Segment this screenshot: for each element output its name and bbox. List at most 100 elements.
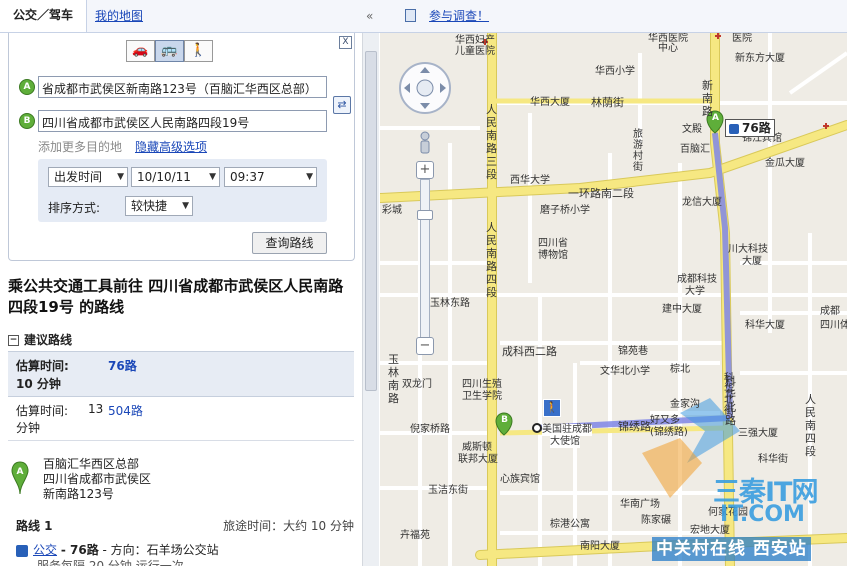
- map-label: 磨子桥小学: [540, 205, 590, 216]
- collapse-panel-button[interactable]: «: [366, 9, 373, 23]
- map-label: 卉福苑: [400, 530, 430, 541]
- road-label: 玉林南路: [388, 353, 399, 405]
- close-icon[interactable]: X: [339, 36, 352, 49]
- route-option-2[interactable]: 估算时间: 13 504路 分钟: [8, 397, 354, 439]
- map-label: 玉洁东街: [428, 485, 468, 496]
- directions-form: X 🚗 🚌 🚶 A 省成都市武侯区新南路123号（百脑汇华西区总部） ⇄ B 四…: [8, 33, 355, 261]
- map-label: 川大科技: [728, 244, 768, 255]
- advanced-options-panel: 出发时间 ▼ 10/10/11 ▼ 09:37 ▼ 排序方式: 较快捷 ▼: [38, 159, 327, 222]
- sort-label: 排序方式:: [48, 201, 101, 215]
- route-option-1[interactable]: 估算时间: 76路 10 分钟: [8, 351, 354, 397]
- walk-icon[interactable]: 🚶: [543, 399, 561, 417]
- tab-my-maps[interactable]: 我的地图: [95, 0, 143, 32]
- map-label: 大厦: [742, 256, 762, 267]
- zoom-slider-thumb[interactable]: [417, 210, 433, 220]
- map-label: 医院: [732, 33, 752, 44]
- dropdown-arrow-icon: ▼: [117, 172, 124, 182]
- zoom-slider-track[interactable]: [420, 179, 430, 339]
- add-destination-link[interactable]: 添加更多目的地: [38, 138, 122, 155]
- bus-step: 公交 - 76路 - 方向：石羊场公交站: [16, 541, 219, 558]
- map-label: 联邦大厦: [458, 454, 498, 465]
- watermark-banner: 中关村在线 西安站: [652, 537, 811, 561]
- map-label: 华西大厦: [530, 97, 570, 108]
- map-label: 百脑汇: [680, 144, 710, 155]
- survey-link[interactable]: 参与调查！: [429, 0, 489, 32]
- end-address-input[interactable]: 四川省成都市武侯区人民南路四段19号: [38, 110, 327, 132]
- mode-drive-button[interactable]: 🚗: [126, 40, 155, 62]
- road-label: 人民南四段: [805, 393, 816, 458]
- route-time-label: 估算时间:: [16, 404, 69, 418]
- map-pin-a-letter: A: [712, 113, 719, 123]
- mode-walk-button[interactable]: 🚶: [184, 40, 213, 62]
- zoom-out-button[interactable]: −: [416, 337, 434, 355]
- bus-route-tag[interactable]: 76路: [725, 119, 775, 137]
- map-label: 陈家碾: [641, 515, 671, 526]
- suggested-routes-header[interactable]: − 建议路线: [8, 331, 72, 348]
- map-label: 旅游村街: [633, 129, 643, 173]
- route-line-link[interactable]: 504路: [108, 402, 143, 419]
- map-label: 成都: [820, 306, 840, 317]
- street-view-pegman-icon[interactable]: [415, 130, 435, 160]
- time-type-select[interactable]: 出发时间 ▼: [48, 167, 128, 187]
- map-label: 科华大厦: [745, 320, 785, 331]
- route-time-value: 10 分钟: [16, 377, 61, 391]
- map-label: 大使馆: [550, 436, 580, 448]
- route-line-link[interactable]: 76路: [108, 357, 137, 374]
- divider: [8, 440, 354, 441]
- start-pin-icon: A: [11, 461, 29, 495]
- map-label: 棕港公寓: [550, 519, 590, 530]
- sort-select[interactable]: 较快捷 ▼: [125, 196, 193, 216]
- bus-link[interactable]: 公交: [33, 543, 57, 557]
- road-label: 科华北路: [725, 375, 736, 427]
- bus-line: - 76路: [60, 543, 99, 557]
- map-label: (锦绣路): [650, 427, 688, 438]
- top-bar: 公交／驾车 我的地图 « 参与调查！: [0, 0, 847, 33]
- map-label: 博物馆: [538, 250, 568, 261]
- end-marker-icon: B: [19, 113, 35, 129]
- time-select[interactable]: 09:37 ▼: [224, 167, 317, 187]
- pan-control[interactable]: [398, 61, 452, 115]
- tab-transit-drive[interactable]: 公交／驾车: [0, 0, 87, 32]
- survey-icon: [405, 9, 416, 22]
- map-label: 彩城: [382, 205, 402, 216]
- map-label: 建中大厦: [662, 304, 702, 315]
- advanced-options-link[interactable]: 隐藏高级选项: [135, 138, 207, 155]
- map-label: 儿童医院: [455, 46, 495, 57]
- route-time-value: 13: [88, 402, 104, 416]
- suggested-routes-label: 建议路线: [24, 333, 73, 347]
- watermark-text: IT.COM: [720, 502, 805, 527]
- start-address-input[interactable]: 省成都市武侯区新南路123号（百脑汇华西区总部）: [38, 76, 327, 98]
- start-marker-icon: A: [19, 79, 35, 95]
- directions-panel: X 🚗 🚌 🚶 A 省成都市武侯区新南路123号（百脑汇华西区总部） ⇄ B 四…: [0, 33, 362, 566]
- dropdown-arrow-icon: ▼: [182, 201, 189, 211]
- start-address-line: 四川省成都市武侯区: [43, 472, 152, 486]
- road-label: 人民南路四段: [486, 221, 497, 299]
- route-section-header: 路线 1 旅途时间：大约 10 分钟: [8, 517, 354, 533]
- search-route-button[interactable]: 查询路线: [252, 232, 327, 254]
- date-value: 10/10/11: [137, 170, 191, 184]
- map-label: 文华北小学: [600, 366, 650, 377]
- collapse-box-icon[interactable]: −: [8, 335, 19, 346]
- time-value: 09:37: [230, 170, 265, 184]
- swap-icon[interactable]: ⇄: [333, 96, 351, 114]
- panel-scrollbar[interactable]: [362, 33, 379, 566]
- bus-icon: [16, 544, 28, 557]
- map-label: 玉林东路: [430, 298, 470, 309]
- bus-direction: - 方向：石羊场公交站: [102, 543, 219, 557]
- map-label: 棕北: [670, 364, 690, 375]
- road-label: 锦绣路: [618, 420, 651, 433]
- zoom-in-button[interactable]: +: [416, 161, 434, 179]
- scrollbar-thumb[interactable]: [365, 51, 377, 391]
- map-label: 三强大厦: [738, 428, 778, 439]
- service-frequency: 服务每隔 20 分钟 运行一次: [37, 559, 184, 566]
- mode-transit-button[interactable]: 🚌: [155, 40, 184, 62]
- map-label: 华南广场: [620, 499, 660, 510]
- map-label: 文殿: [682, 124, 702, 135]
- sort-value: 较快捷: [131, 199, 168, 213]
- map-label: 好又多: [650, 415, 680, 426]
- road-label: 人民南路三段: [486, 103, 497, 181]
- map-label: 成都科技: [677, 274, 717, 285]
- date-select[interactable]: 10/10/11 ▼: [131, 167, 220, 187]
- road-label: 林荫街: [591, 96, 624, 109]
- start-address-line: 百脑汇华西区总部: [43, 457, 140, 471]
